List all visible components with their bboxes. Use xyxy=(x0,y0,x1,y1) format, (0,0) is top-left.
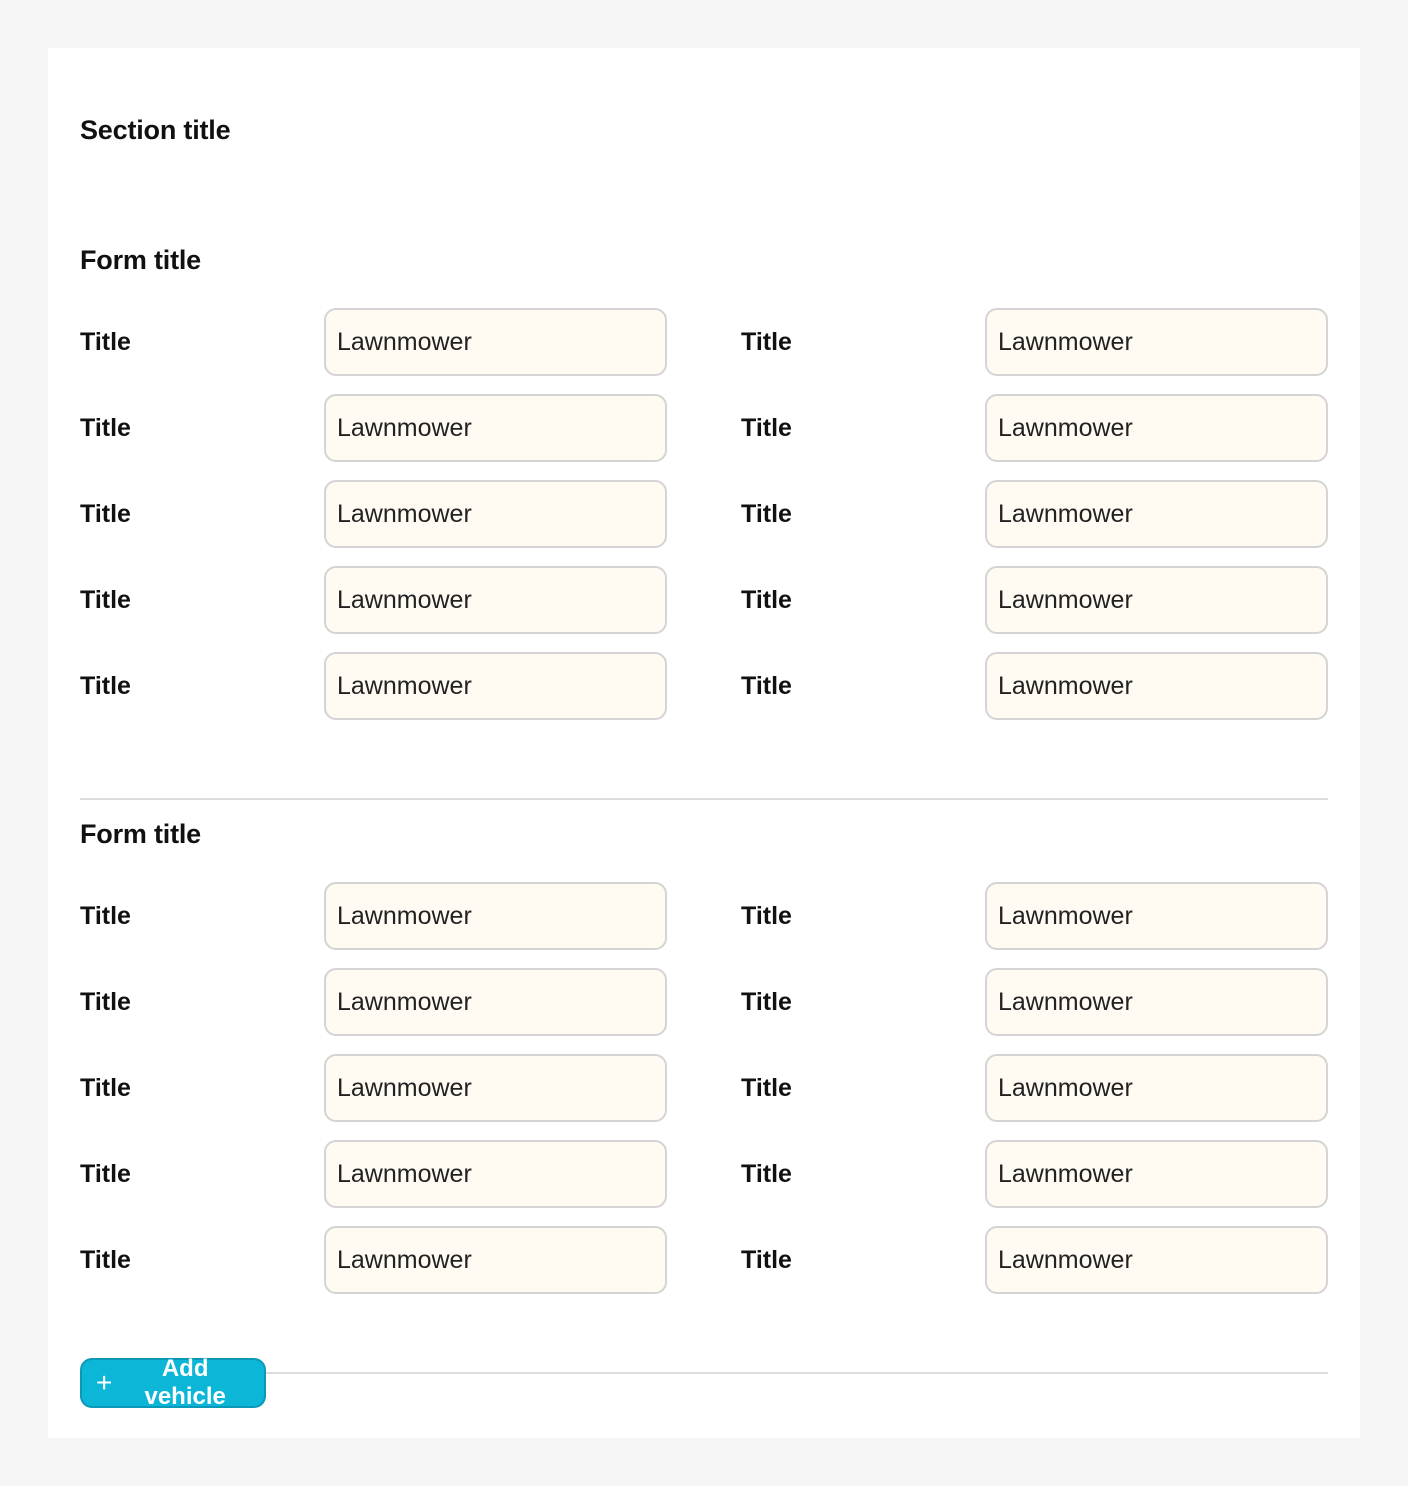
form-divider xyxy=(80,798,1328,800)
field-label: Title xyxy=(80,672,131,700)
form-row: Title Title xyxy=(80,394,1328,462)
form-row: Title Title xyxy=(80,882,1328,950)
field-label: Title xyxy=(741,328,792,356)
field-label: Title xyxy=(741,988,792,1016)
form-title: Form title xyxy=(80,819,202,849)
text-input[interactable] xyxy=(985,308,1328,376)
field-label: Title xyxy=(80,902,131,930)
field-label: Title xyxy=(80,328,131,356)
field-label: Title xyxy=(80,586,131,614)
text-input[interactable] xyxy=(985,968,1328,1036)
form-fields: Title Title Title Title Title Title Titl… xyxy=(80,882,1328,1312)
field-label: Title xyxy=(80,988,131,1016)
text-input[interactable] xyxy=(324,566,667,634)
field-label: Title xyxy=(80,500,131,528)
text-input[interactable] xyxy=(324,968,667,1036)
add-vehicle-label: Add vehicle xyxy=(144,1355,226,1410)
form-row: Title Title xyxy=(80,566,1328,634)
form-row: Title Title xyxy=(80,652,1328,720)
form-row: Title Title xyxy=(80,308,1328,376)
text-input[interactable] xyxy=(985,652,1328,720)
text-input[interactable] xyxy=(985,1226,1328,1294)
field-label: Title xyxy=(741,902,792,930)
field-label: Title xyxy=(80,1160,131,1188)
field-label: Title xyxy=(80,1074,131,1102)
text-input[interactable] xyxy=(324,394,667,462)
section-card: Section title Form title Title Title Tit… xyxy=(48,48,1360,1438)
text-input[interactable] xyxy=(324,1226,667,1294)
form-row: Title Title xyxy=(80,1226,1328,1294)
text-input[interactable] xyxy=(985,394,1328,462)
text-input[interactable] xyxy=(324,652,667,720)
form-row: Title Title xyxy=(80,1054,1328,1122)
text-input[interactable] xyxy=(324,308,667,376)
text-input[interactable] xyxy=(324,480,667,548)
field-label: Title xyxy=(741,672,792,700)
text-input[interactable] xyxy=(985,1140,1328,1208)
section-title: Section title xyxy=(80,115,231,145)
text-input[interactable] xyxy=(324,882,667,950)
add-vehicle-button[interactable]: + Add vehicle xyxy=(80,1355,266,1410)
text-input[interactable] xyxy=(985,882,1328,950)
form-divider xyxy=(80,1372,1328,1374)
field-label: Title xyxy=(80,1246,131,1274)
form-fields: Title Title Title Title Title Title Titl… xyxy=(80,308,1328,738)
field-label: Title xyxy=(741,1160,792,1188)
field-label: Title xyxy=(741,414,792,442)
form-title: Form title xyxy=(80,245,202,275)
form-row: Title Title xyxy=(80,480,1328,548)
text-input[interactable] xyxy=(324,1054,667,1122)
field-label: Title xyxy=(80,414,131,442)
plus-icon: + xyxy=(96,1367,113,1398)
form-row: Title Title xyxy=(80,968,1328,1036)
text-input[interactable] xyxy=(324,1140,667,1208)
field-label: Title xyxy=(741,1074,792,1102)
field-label: Title xyxy=(741,586,792,614)
text-input[interactable] xyxy=(985,566,1328,634)
field-label: Title xyxy=(741,1246,792,1274)
form-row: Title Title xyxy=(80,1140,1328,1208)
text-input[interactable] xyxy=(985,1054,1328,1122)
text-input[interactable] xyxy=(985,480,1328,548)
field-label: Title xyxy=(741,500,792,528)
